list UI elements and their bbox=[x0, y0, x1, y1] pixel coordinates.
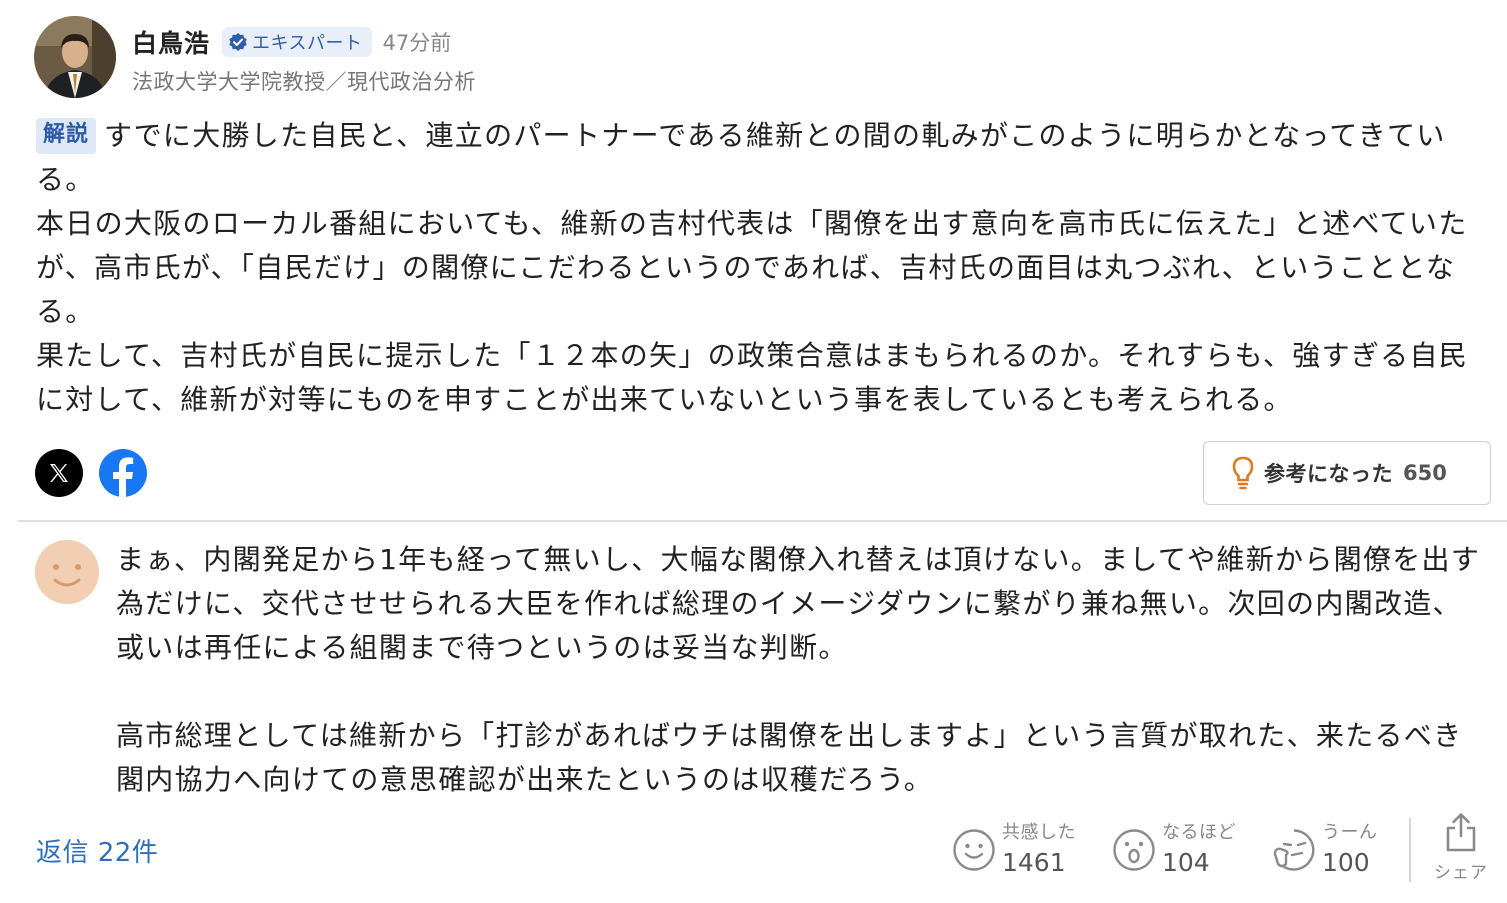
user-avatar bbox=[35, 540, 99, 604]
helpful-button[interactable]: 参考になった 650 bbox=[1203, 441, 1491, 505]
verified-icon bbox=[229, 33, 247, 51]
reaction-label: うーん bbox=[1322, 822, 1378, 843]
thinking-icon bbox=[1273, 829, 1315, 871]
reaction-insightful-button[interactable]: なるほど 104 bbox=[1112, 820, 1236, 880]
helpful-label: 参考になった bbox=[1264, 462, 1393, 486]
lightbulb-icon bbox=[1232, 456, 1254, 490]
reaction-label: なるほど bbox=[1162, 822, 1236, 843]
reaction-separator bbox=[1409, 818, 1411, 882]
share-icon bbox=[1446, 813, 1476, 852]
commentary-text: すでに大勝した自民と、連立のパートナーである維新との間の軋みがこのように明らかと… bbox=[36, 119, 1446, 196]
commentary-paragraph: 果たして、吉村氏が自民に提示した「１２本の矢」の政策合意はまもられるのか。それす… bbox=[36, 339, 1469, 416]
reaction-empathize-button[interactable]: 共感した 1461 bbox=[952, 820, 1076, 880]
smile-icon bbox=[953, 829, 995, 871]
commentary-tag: 解説 bbox=[36, 118, 97, 154]
post-time: 47分前 bbox=[382, 31, 452, 55]
helpful-count: 650 bbox=[1403, 461, 1447, 485]
expert-badge: エキスパート bbox=[222, 27, 373, 57]
expert-avatar[interactable] bbox=[34, 16, 116, 98]
comment-paragraph: まぁ、内閣発足から1年も経って無いし、大幅な閣僚入れ替えは頂けない。ましてや維新… bbox=[116, 543, 1481, 664]
expert-commentary: 解説 すでに大勝した自民と、連立のパートナーである維新との間の軋みがこのように明ら… bbox=[36, 114, 1486, 422]
reaction-hmm-button[interactable]: うーん 100 bbox=[1272, 820, 1378, 880]
share-facebook-button[interactable] bbox=[99, 449, 147, 497]
expert-badge-label: エキスパート bbox=[252, 33, 363, 54]
surprised-icon bbox=[1113, 829, 1155, 871]
commentary-paragraph: 解説 すでに大勝した自民と、連立のパートナーである維新との間の軋みがこのように明ら… bbox=[36, 114, 1486, 202]
share-button[interactable]: シェア bbox=[1430, 812, 1492, 892]
expert-title: 法政大学大学院教授／現代政治分析 bbox=[132, 70, 476, 94]
replies-link[interactable]: 返信 22件 bbox=[36, 832, 158, 869]
share-x-button[interactable] bbox=[35, 449, 83, 497]
facebook-icon bbox=[113, 457, 134, 497]
divider bbox=[18, 520, 1507, 522]
comment-body: まぁ、内閣発足から1年も経って無いし、大幅な閣僚入れ替えは頂けない。ましてや維新… bbox=[116, 538, 1491, 802]
share-label: シェア bbox=[1434, 863, 1488, 883]
commentary-paragraph: 本日の大阪のローカル番組においても、維新の吉村代表は「閣僚を出す意向を高市氏に伝… bbox=[36, 207, 1468, 328]
reaction-label: 共感した bbox=[1002, 822, 1076, 843]
x-icon bbox=[50, 464, 68, 482]
expert-name[interactable]: 白鳥浩 bbox=[132, 24, 210, 60]
reaction-count: 104 bbox=[1162, 848, 1210, 877]
reaction-count: 100 bbox=[1322, 848, 1370, 877]
comment-paragraph: 高市総理としては維新から「打診があればウチは閣僚を出しますよ」という言質が取れた… bbox=[116, 719, 1463, 796]
reaction-count: 1461 bbox=[1002, 848, 1066, 877]
expert-name-row: 白鳥浩 エキスパート 47分前 bbox=[132, 24, 451, 60]
